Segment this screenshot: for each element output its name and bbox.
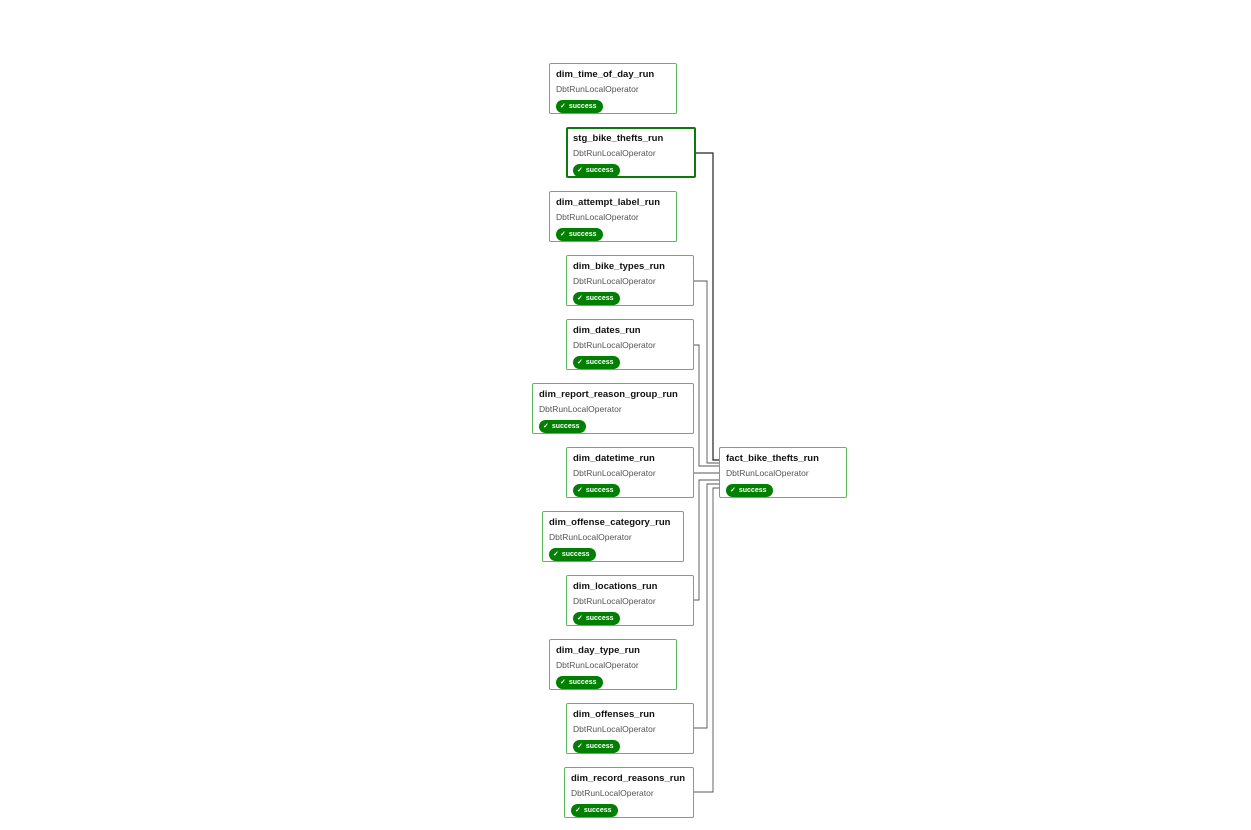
check-icon: ✓ [577,743,583,750]
status-label: success [585,743,614,750]
edge-dim_offenses_run-to-fact_bike_thefts_run [694,483,719,729]
task-operator: DbtRunLocalOperator [573,276,656,286]
check-icon: ✓ [577,487,583,494]
task-title: dim_day_type_run [556,645,640,656]
status-badge: ✓ success [573,740,620,753]
check-icon: ✓ [577,295,583,302]
status-label: success [568,679,597,686]
status-label: success [561,551,590,558]
task-title: dim_datetime_run [573,453,655,464]
status-label: success [585,359,614,366]
task-title: dim_attempt_label_run [556,197,660,208]
task-operator: DbtRunLocalOperator [573,148,656,158]
task-title: dim_offense_category_run [549,517,671,528]
check-icon: ✓ [560,679,566,686]
status-label: success [738,487,767,494]
task-node-dim-record-reasons-run[interactable]: dim_record_reasons_run DbtRunLocalOperato… [564,767,694,818]
check-icon: ✓ [560,231,566,238]
status-badge: ✓ success [726,484,773,497]
edge-dim_locations_run-to-fact_bike_thefts_run [694,479,719,601]
status-badge: ✓ success [573,612,620,625]
status-badge: ✓ success [549,548,596,561]
task-node-dim-day-type-run[interactable]: dim_day_type_run DbtRunLocalOperator ✓ succ… [549,639,677,690]
check-icon: ✓ [575,807,581,814]
task-operator: DbtRunLocalOperator [573,340,656,350]
task-node-stg-bike-thefts-run[interactable]: stg_bike_thefts_run DbtRunLocalOperator ✓ s… [566,127,696,178]
task-operator: DbtRunLocalOperator [556,212,639,222]
task-title: stg_bike_thefts_run [573,133,664,144]
task-title: dim_locations_run [573,581,658,592]
status-badge: ✓ success [571,804,618,817]
edge-dim_bike_types_run-to-fact_bike_thefts_run [694,280,719,464]
check-icon: ✓ [577,615,583,622]
task-operator: DbtRunLocalOperator [556,660,639,670]
task-node-dim-dates-run[interactable]: dim_dates_run DbtRunLocalOperator ✓ success [566,319,694,370]
check-icon: ✓ [560,103,566,110]
status-badge: ✓ success [573,292,620,305]
task-node-fact-bike-thefts-run[interactable]: fact_bike_thefts_run DbtRunLocalOperator ✓… [719,447,847,498]
edge-dim_dates_run-to-fact_bike_thefts_run [694,344,719,467]
task-node-dim-time-of-day-run[interactable]: dim_time_of_day_run DbtRunLocalOperator ✓ s… [549,63,677,114]
task-title: dim_bike_types_run [573,261,665,272]
task-node-dim-bike-types-run[interactable]: dim_bike_types_run DbtRunLocalOperator ✓ su… [566,255,694,306]
check-icon: ✓ [543,423,549,430]
status-label: success [585,615,614,622]
task-operator: DbtRunLocalOperator [726,468,809,478]
check-icon: ✓ [553,551,559,558]
status-label: success [585,167,614,174]
task-node-dim-offenses-run[interactable]: dim_offenses_run DbtRunLocalOperator ✓ succ… [566,703,694,754]
task-operator: DbtRunLocalOperator [573,724,656,734]
status-label: success [585,487,614,494]
dag-graph-view[interactable]: dim_time_of_day_run DbtRunLocalOperator ✓ s… [0,0,1251,830]
task-title: dim_dates_run [573,325,641,336]
status-badge: ✓ success [556,228,603,241]
status-badge: ✓ success [556,100,603,113]
task-operator: DbtRunLocalOperator [573,468,656,478]
status-label: success [583,807,612,814]
check-icon: ✓ [577,167,583,174]
task-node-dim-offense-category-run[interactable]: dim_offense_category_run DbtRunLocalOpera… [542,511,684,562]
task-operator: DbtRunLocalOperator [549,532,632,542]
task-node-dim-datetime-run[interactable]: dim_datetime_run DbtRunLocalOperator ✓ succ… [566,447,694,498]
task-title: fact_bike_thefts_run [726,453,819,464]
task-operator: DbtRunLocalOperator [573,596,656,606]
status-label: success [585,295,614,302]
task-node-dim-report-reason-group-run[interactable]: dim_report_reason_group_run DbtRunLocalOp… [532,383,694,434]
status-badge: ✓ success [556,676,603,689]
edge-dim_record_reasons_run-to-fact_bike_thefts_run [694,487,719,793]
task-title: dim_offenses_run [573,709,655,720]
check-icon: ✓ [730,487,736,494]
status-badge: ✓ success [573,484,620,497]
status-label: success [568,231,597,238]
status-badge: ✓ success [573,164,620,177]
task-operator: DbtRunLocalOperator [556,84,639,94]
check-icon: ✓ [577,359,583,366]
task-operator: DbtRunLocalOperator [539,404,622,414]
task-title: dim_record_reasons_run [571,773,686,784]
task-node-dim-attempt-label-run[interactable]: dim_attempt_label_run DbtRunLocalOperator… [549,191,677,242]
task-title: dim_time_of_day_run [556,69,655,80]
status-badge: ✓ success [573,356,620,369]
task-title: dim_report_reason_group_run [539,389,678,400]
status-badge: ✓ success [539,420,586,433]
task-node-dim-locations-run[interactable]: dim_locations_run DbtRunLocalOperator ✓ suc… [566,575,694,626]
task-operator: DbtRunLocalOperator [571,788,654,798]
status-label: success [568,103,597,110]
status-label: success [551,423,580,430]
